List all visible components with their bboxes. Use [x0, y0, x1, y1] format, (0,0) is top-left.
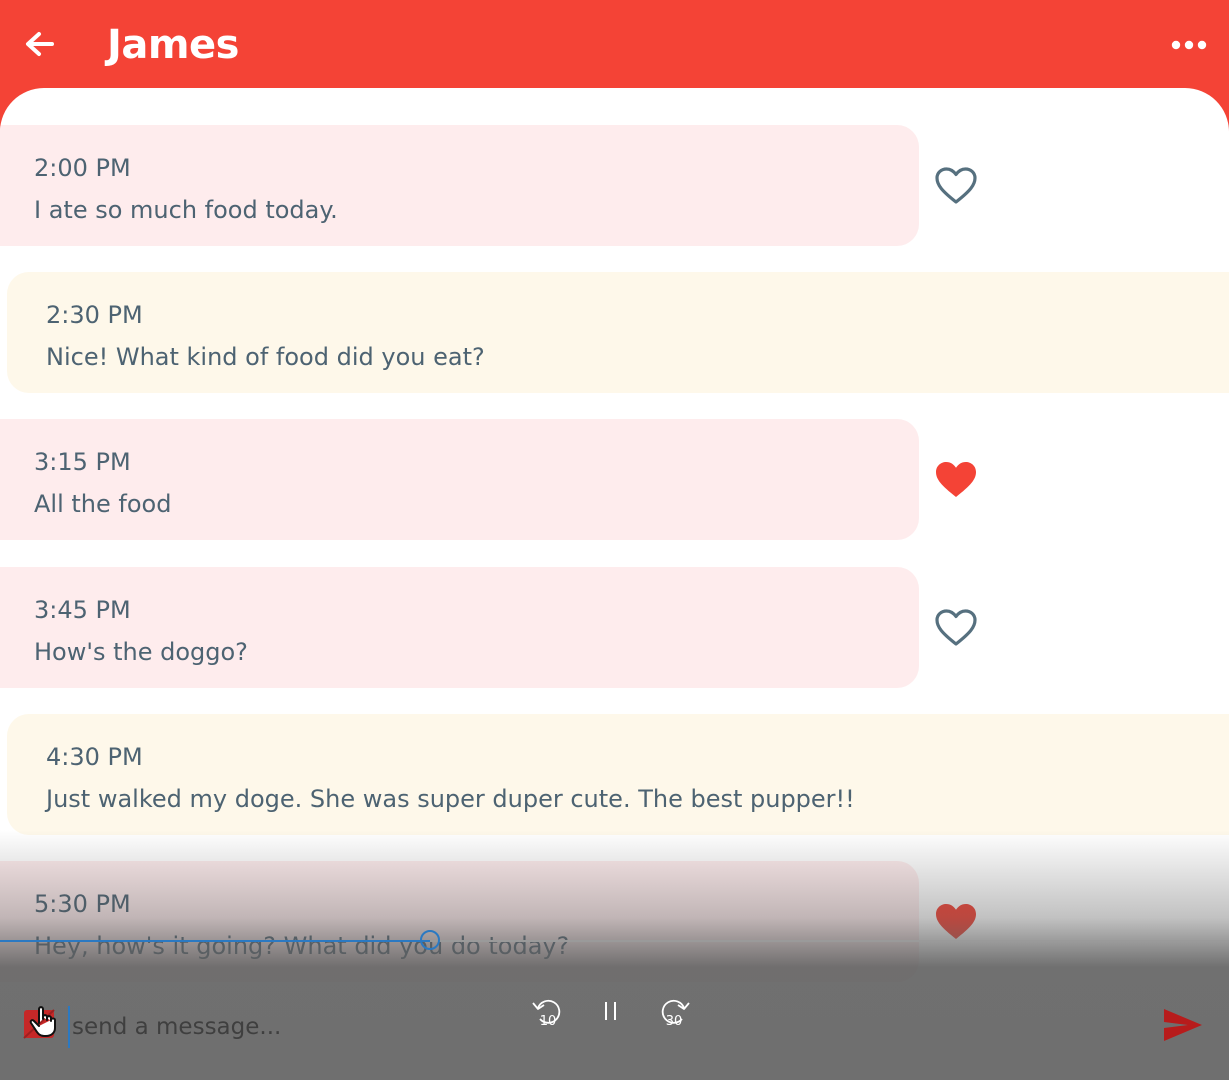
seek-back-label: 10 [540, 1014, 557, 1029]
send-button[interactable] [1162, 1006, 1204, 1044]
chat-title: James [107, 22, 240, 68]
seek-forward-label: 30 [666, 1014, 683, 1029]
like-button[interactable] [934, 166, 978, 206]
back-button[interactable] [20, 26, 60, 66]
heart-filled-icon [936, 462, 976, 497]
heart-filled-icon [936, 904, 976, 939]
message-text: All the food [34, 490, 172, 518]
message-list[interactable]: 2:00 PM I ate so much food today. 2:30 P… [0, 88, 1229, 1080]
app-bar: James [0, 0, 1229, 96]
arrow-left-icon [26, 32, 54, 56]
message-bubble-outgoing: 2:30 PM Nice! What kind of food did you … [7, 272, 1229, 393]
more-horizontal-icon [1171, 40, 1207, 50]
message-bubble-incoming: 3:45 PM How's the doggo? [0, 567, 919, 688]
message-text: Hey, how's it going? What did you do tod… [34, 932, 570, 960]
message-time: 2:00 PM [34, 154, 131, 182]
like-button[interactable] [934, 608, 978, 648]
seek-bar-progress [0, 940, 431, 942]
forward-30-icon: 30 [661, 999, 690, 1029]
message-input[interactable] [68, 1006, 534, 1048]
seek-forward-button[interactable]: 30 [656, 994, 692, 1034]
message-bubble-incoming: 5:30 PM Hey, how's it going? What did yo… [0, 861, 919, 982]
message-time: 4:30 PM [46, 743, 143, 771]
rewind-10-icon: 10 [532, 999, 561, 1029]
message-text: I ate so much food today. [34, 196, 338, 224]
message-time: 3:45 PM [34, 596, 131, 624]
hand-pointer-icon [28, 1003, 60, 1039]
seek-back-button[interactable]: 10 [530, 994, 566, 1034]
send-icon [1164, 1009, 1202, 1041]
message-bubble-incoming: 2:00 PM I ate so much food today. [0, 125, 919, 246]
message-text: Nice! What kind of food did you eat? [46, 343, 485, 371]
message-bubble-incoming: 3:15 PM All the food [0, 419, 919, 540]
seek-bar-thumb[interactable] [420, 930, 441, 950]
message-time: 3:15 PM [34, 448, 131, 476]
message-time: 5:30 PM [34, 890, 131, 918]
like-button[interactable] [934, 902, 978, 942]
like-button[interactable] [934, 460, 978, 500]
more-options-button[interactable] [1169, 28, 1209, 64]
message-text: Just walked my doge. She was super duper… [46, 785, 855, 813]
message-bubble-outgoing: 4:30 PM Just walked my doge. She was sup… [7, 714, 1229, 835]
heart-outline-icon [935, 609, 977, 646]
message-text: How's the doggo? [34, 638, 248, 666]
heart-outline-icon [935, 167, 977, 204]
pause-button[interactable] [597, 994, 625, 1034]
message-time: 2:30 PM [46, 301, 143, 329]
pause-icon [605, 1002, 616, 1020]
